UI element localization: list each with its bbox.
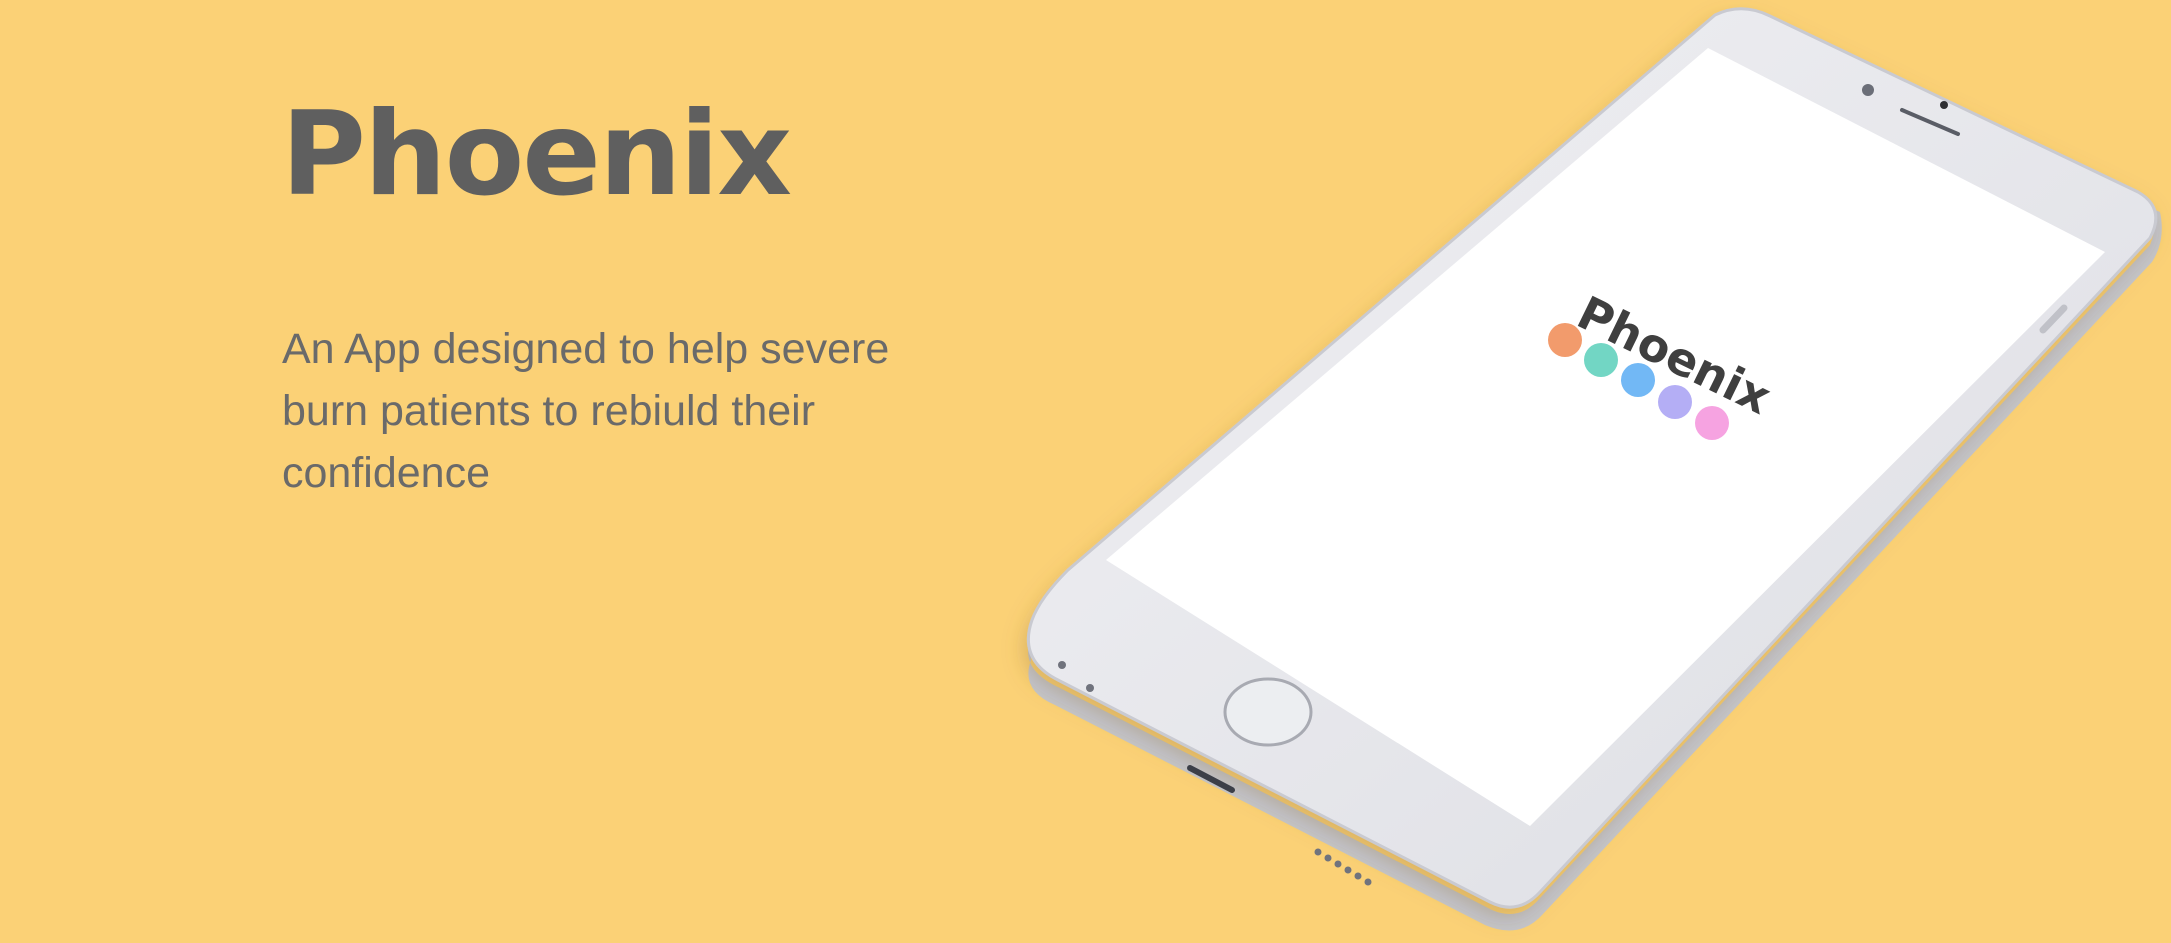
splash-dot-teal — [1584, 343, 1618, 377]
phone-sensor — [1940, 101, 1948, 109]
home-button[interactable] — [1223, 677, 1313, 747]
splash-dot-orange — [1548, 323, 1582, 357]
phone-front-camera — [1862, 84, 1874, 96]
phone-mockup: Phoenix — [1026, 7, 2162, 931]
splash-dot-pink — [1695, 406, 1729, 440]
splash-dot-lavender — [1658, 385, 1692, 419]
splash-dot-blue — [1621, 363, 1655, 397]
